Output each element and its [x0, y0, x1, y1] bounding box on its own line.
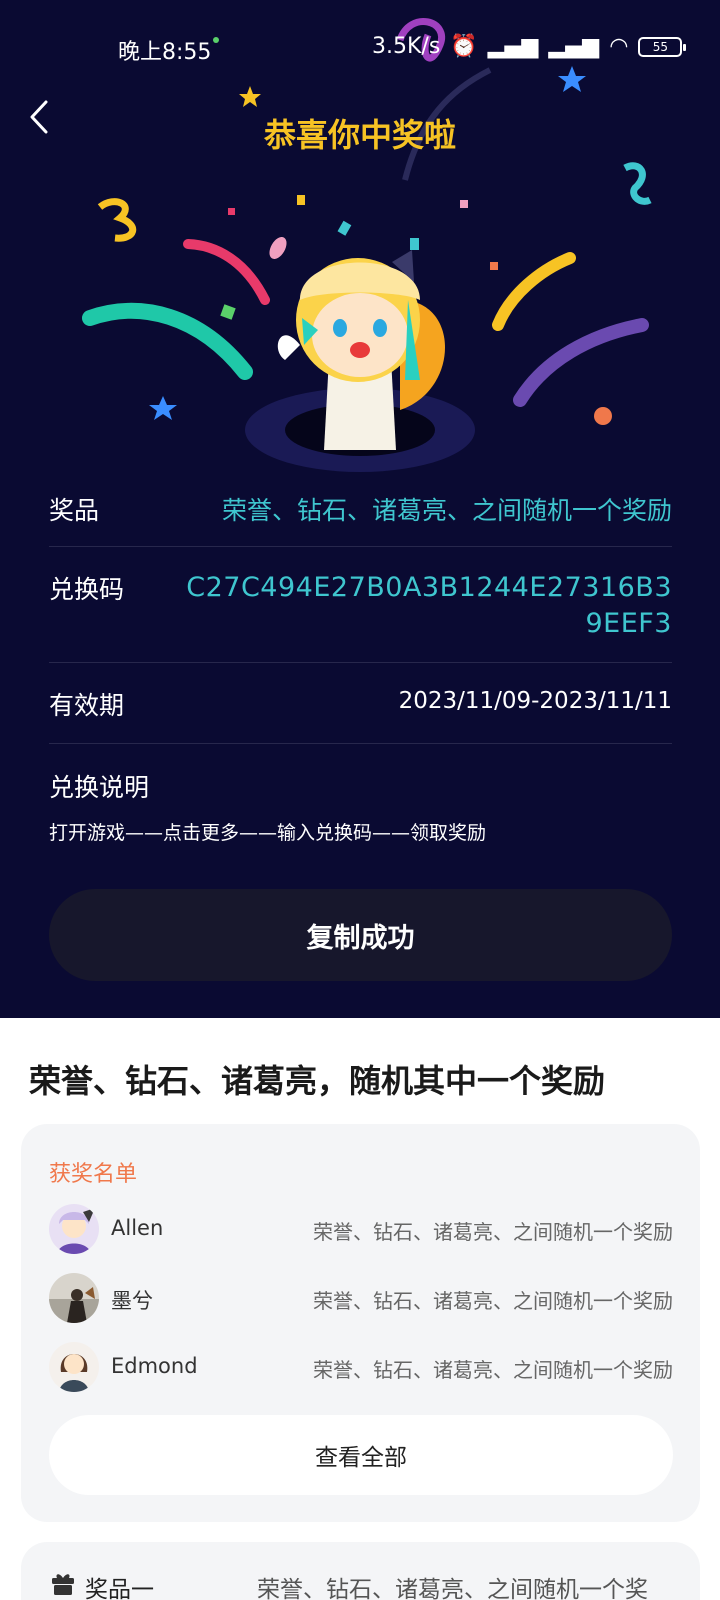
- prize-row: 奖品 荣誉、钻石、诸葛亮、之间随机一个奖励: [49, 475, 672, 547]
- avatar: [49, 1273, 99, 1323]
- hero-section: 晚上8:55 3.5K/s ⏰ ▂▄▆ ▂▄▆ ◠ 55 恭喜你中奖啦 奖品 荣…: [0, 0, 720, 1018]
- avatar: [49, 1204, 99, 1254]
- winners-list-title: 获奖名单: [49, 1162, 138, 1187]
- validity-value: 2023/11/09-2023/11/11: [398, 688, 672, 714]
- celebration-illustration: [82, 18, 652, 472]
- list-item[interactable]: Allen 荣誉、钻石、诸葛亮、之间随机一个奖励: [49, 1204, 673, 1256]
- view-all-button[interactable]: 查看全部: [49, 1415, 673, 1495]
- list-item[interactable]: Edmond 荣誉、钻石、诸葛亮、之间随机一个奖励: [49, 1342, 673, 1394]
- prize-label: 奖品: [49, 496, 100, 525]
- copy-button[interactable]: 复制成功: [49, 889, 672, 981]
- winner-name: 墨兮: [111, 1289, 153, 1313]
- prize-value: 荣誉、钻石、诸葛亮、之间随机一个奖励: [221, 496, 672, 525]
- prize-item-value: 荣誉、钻石、诸葛亮、之间随机一个奖: [257, 1577, 648, 1600]
- status-bar: 晚上8:55 3.5K/s ⏰ ▂▄▆ ▂▄▆ ◠ 55: [0, 30, 720, 70]
- alarm-icon: ⏰: [450, 34, 478, 59]
- winners-list-card: 获奖名单 Allen 荣誉、钻石、诸葛亮、之间随机一个奖励 墨兮 荣誉、钻石、诸…: [21, 1124, 700, 1522]
- winner-prize: 荣誉、钻石、诸葛亮、之间随机一个奖励: [313, 1220, 673, 1244]
- prize-item-card[interactable]: 奖品一 荣誉、钻石、诸葛亮、之间随机一个奖: [21, 1542, 700, 1600]
- battery-icon: 55: [638, 36, 687, 57]
- winner-name: Allen: [111, 1216, 164, 1240]
- signal-icon: ▂▄▆: [487, 34, 539, 59]
- winner-name: Edmond: [111, 1354, 198, 1378]
- validity-row: 有效期 2023/11/09-2023/11/11: [49, 664, 672, 744]
- winner-prize: 荣誉、钻石、诸葛亮、之间随机一个奖励: [313, 1289, 673, 1313]
- status-time: 晚上8:55: [118, 40, 212, 65]
- winner-prize: 荣誉、钻石、诸葛亮、之间随机一个奖励: [313, 1358, 673, 1382]
- signal-icon: ▂▄▆: [548, 34, 600, 59]
- network-speed: 3.5K/s: [372, 34, 441, 59]
- redeem-instructions-steps: 打开游戏——点击更多——输入兑换码——领取奖励: [49, 822, 487, 844]
- redeem-code-value[interactable]: C27C494E27B0A3B1244E27316B39EEF3: [172, 570, 672, 642]
- prize-item-label: 奖品一: [85, 1577, 154, 1600]
- redeem-code-label: 兑换码: [49, 575, 125, 604]
- validity-label: 有效期: [49, 691, 125, 720]
- wifi-icon: ◠: [609, 34, 629, 59]
- status-indicators: 3.5K/s ⏰ ▂▄▆ ▂▄▆ ◠ 55: [372, 34, 687, 59]
- redeem-instructions-title: 兑换说明: [49, 773, 150, 802]
- avatar: [49, 1342, 99, 1392]
- redeem-code-row: 兑换码 C27C494E27B0A3B1244E27316B39EEF3: [49, 548, 672, 663]
- reward-section-title: 荣誉、钻石、诸葛亮，随机其中一个奖励: [29, 1062, 606, 1100]
- page-title: 恭喜你中奖啦: [263, 116, 456, 154]
- gift-icon: [52, 1574, 74, 1595]
- list-item[interactable]: 墨兮 荣誉、钻石、诸葛亮、之间随机一个奖励: [49, 1273, 673, 1325]
